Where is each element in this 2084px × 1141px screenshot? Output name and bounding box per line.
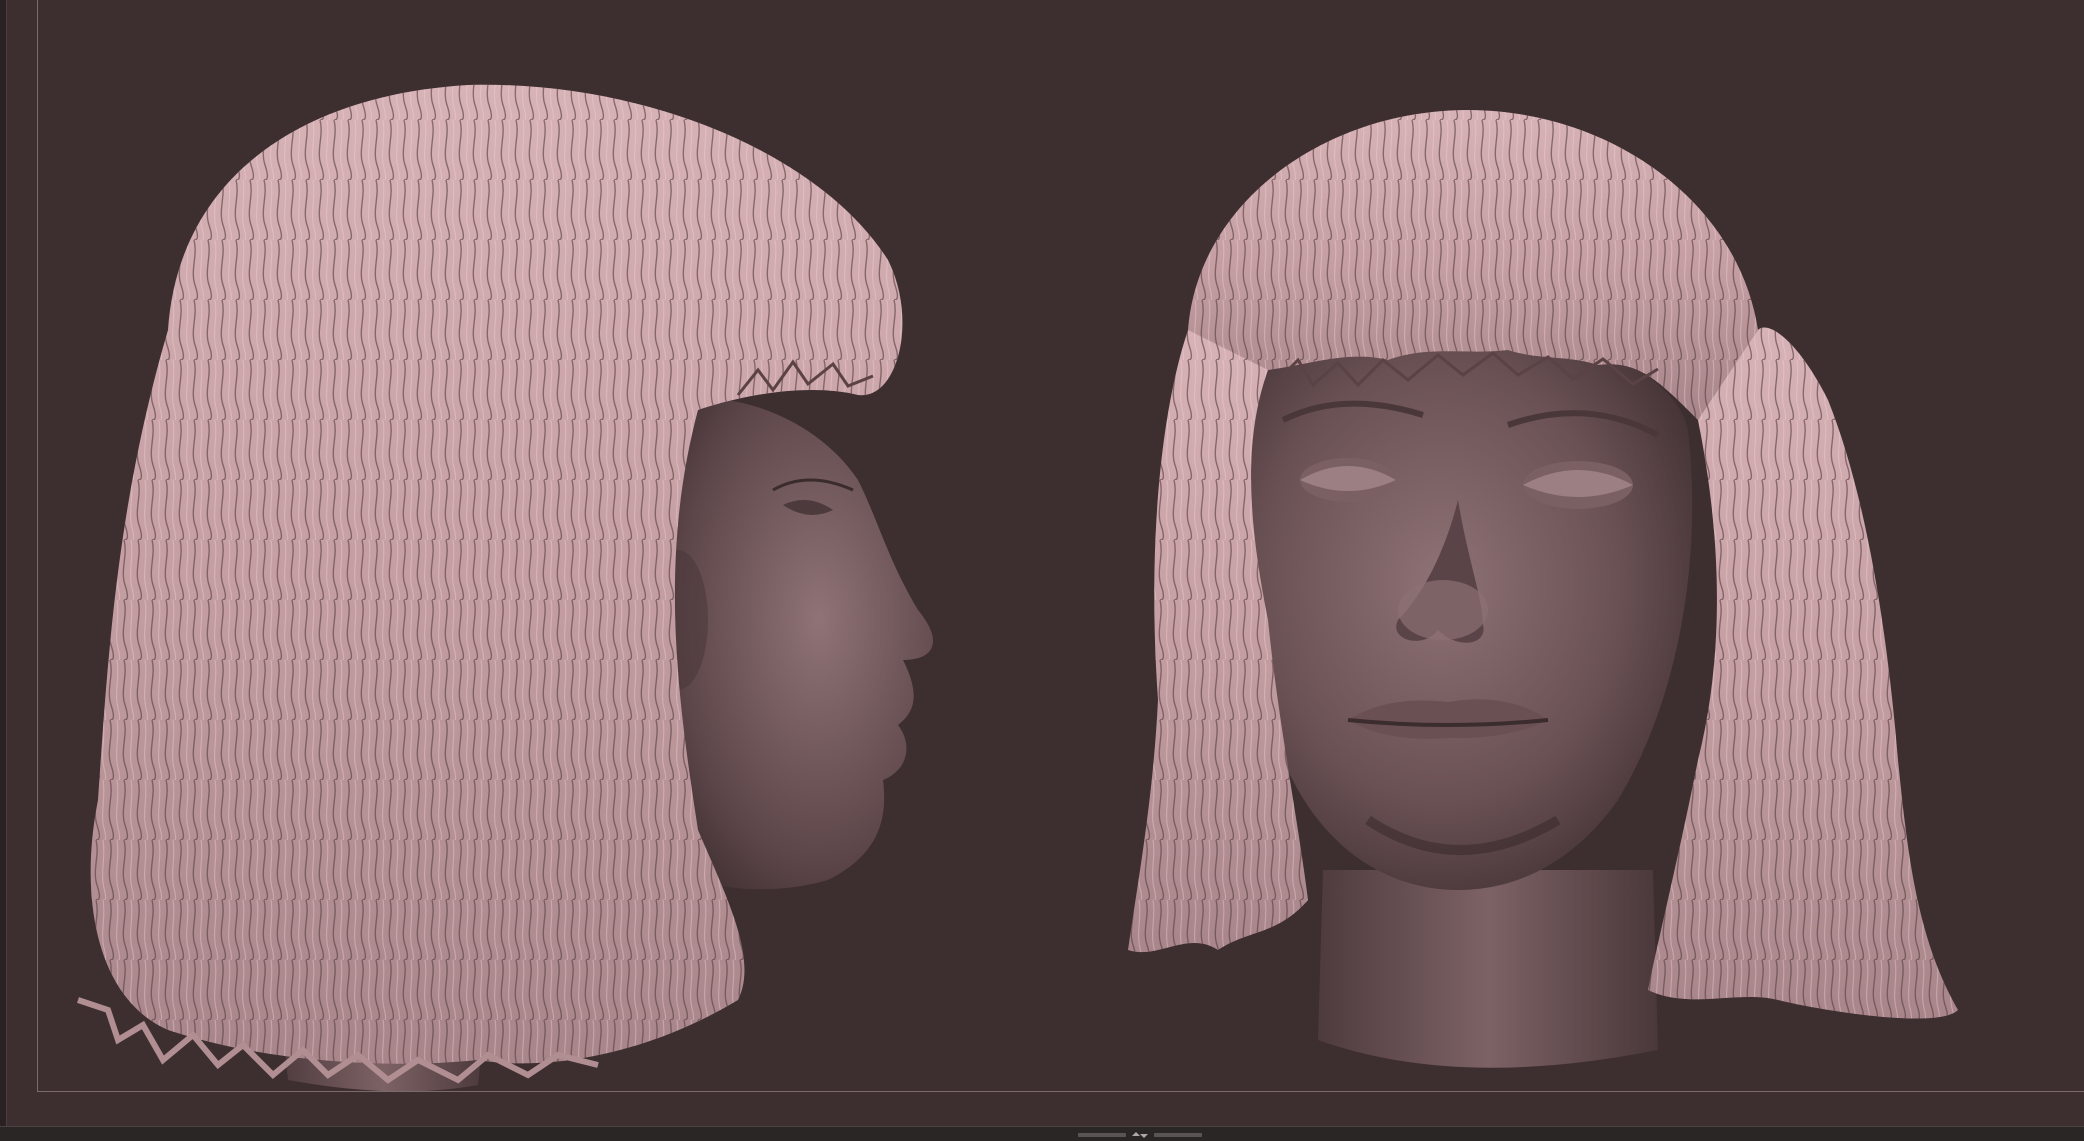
3d-viewport-canvas[interactable] bbox=[37, 0, 2084, 1092]
sculpting-app-window bbox=[0, 0, 2084, 1141]
head-profile-view bbox=[77, 84, 934, 1091]
viewport-render bbox=[77, 84, 1958, 1091]
bottom-shelf-bar bbox=[0, 1126, 2084, 1141]
handle-grip-left bbox=[1078, 1133, 1126, 1137]
left-tray-edge[interactable] bbox=[0, 0, 7, 1130]
bottom-shelf-toggle[interactable] bbox=[1076, 1130, 1204, 1140]
handle-grip-right bbox=[1154, 1133, 1202, 1137]
collapse-expand-arrows-icon[interactable] bbox=[1130, 1130, 1150, 1140]
head-front-view bbox=[1128, 110, 1958, 1068]
